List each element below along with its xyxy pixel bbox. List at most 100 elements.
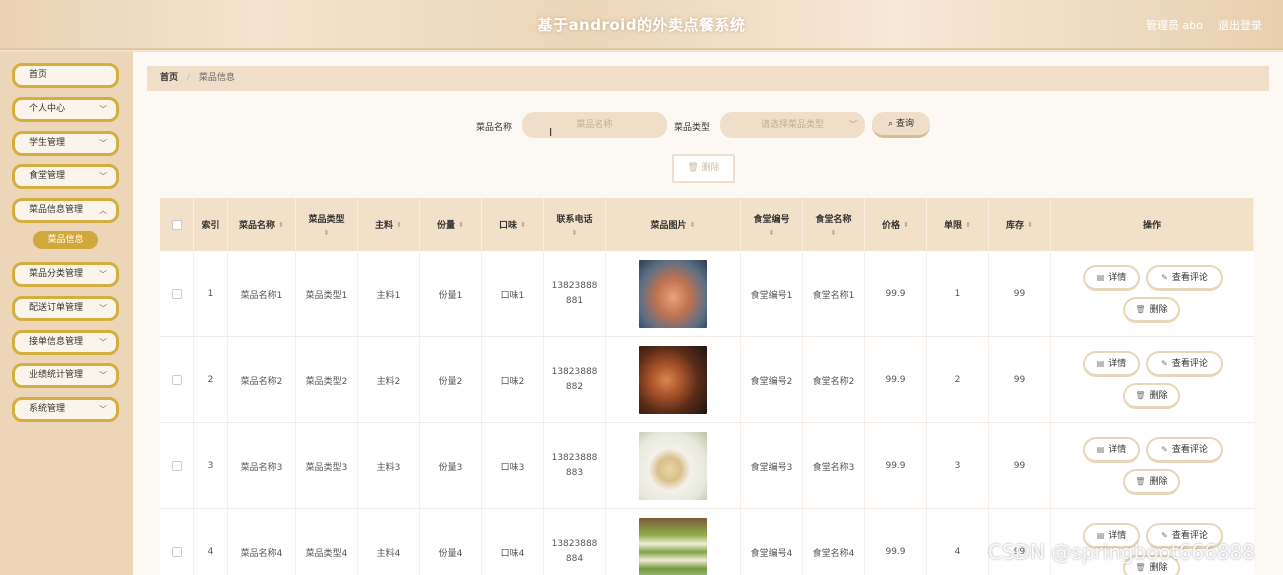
col-phone[interactable]: 联系电话 ⬍ [544, 198, 606, 251]
dish-image[interactable] [639, 432, 707, 500]
sort-icon: ⬍ [458, 220, 464, 229]
trash-icon: 🗑 [1135, 477, 1146, 486]
col-canteen-name[interactable]: 食堂名称 ⬍ [803, 198, 865, 251]
sidebar-item-accepted-orders[interactable]: 接单信息管理 ﹀ [12, 330, 119, 355]
detail-button[interactable]: ▤ 详情 [1083, 437, 1140, 463]
chevron-down-icon: ﹀ [99, 139, 107, 148]
sidebar-item-delivery-orders[interactable]: 配送订单管理 ﹀ [12, 296, 119, 321]
sort-icon: ⬍ [830, 229, 837, 237]
sort-icon: ⬍ [278, 220, 284, 229]
col-price[interactable]: 价格 ⬍ [865, 198, 927, 251]
row-checkbox[interactable] [171, 375, 182, 385]
sort-icon: ⬍ [903, 220, 909, 229]
col-limit[interactable]: 单限 ⬍ [927, 198, 989, 251]
cell-stock: 99 [989, 423, 1051, 509]
col-name[interactable]: 菜品名称 ⬍ [228, 198, 296, 251]
sidebar-item-performance[interactable]: 业绩统计管理 ﹀ [12, 363, 119, 388]
view-reviews-button[interactable]: ✎ 查看评论 [1146, 351, 1223, 377]
bulk-delete-button[interactable]: 🗑 删除 [672, 154, 735, 183]
cell-limit: 4 [927, 509, 989, 575]
top-header: 基于android的外卖点餐系统 管理员 abo 退出登录 [0, 0, 1283, 50]
view-reviews-button[interactable]: ✎ 查看评论 [1146, 437, 1223, 463]
logout-link[interactable]: 退出登录 [1218, 17, 1262, 33]
cell-portion: 份量4 [420, 509, 482, 575]
col-portion[interactable]: 份量 ⬍ [420, 198, 482, 251]
submenu-item-dish-info[interactable]: 菜品信息 [33, 231, 98, 249]
cell-name: 菜品名称3 [228, 423, 296, 509]
cell-image [606, 509, 741, 575]
row-delete-button[interactable]: 🗑 删除 [1123, 383, 1180, 409]
sidebar-item-categories[interactable]: 菜品分类管理 ﹀ [12, 262, 119, 287]
col-price-label: 价格 [882, 221, 901, 231]
trash-icon: 🗑 [687, 163, 699, 173]
sidebar-item-system[interactable]: 系统管理 ﹀ [12, 397, 119, 422]
main-content: 首页 / 菜品信息 菜品名称 菜品名称 菜品类型 请选择菜品类型 ﹀ ⌕ 查询 … [133, 52, 1283, 575]
sort-icon: ⬍ [965, 220, 971, 229]
col-type[interactable]: 菜品类型 ⬍ [296, 198, 358, 251]
col-image[interactable]: 菜品图片 ⬍ [606, 198, 741, 251]
phone-part: 13823888 [551, 367, 598, 377]
row-checkbox[interactable] [171, 547, 182, 557]
cell-canteen-no: 食堂编号4 [741, 509, 803, 575]
dish-type-select[interactable]: 请选择菜品类型 ﹀ [720, 112, 865, 138]
view-reviews-button[interactable]: ✎ 查看评论 [1146, 265, 1223, 291]
cell-image [606, 251, 741, 337]
cell-phone: 13823888 882 [544, 337, 606, 423]
cell-type: 菜品类型3 [296, 423, 358, 509]
breadcrumb-current: 菜品信息 [198, 73, 235, 83]
select-all-checkbox[interactable] [171, 219, 182, 230]
col-main[interactable]: 主料 ⬍ [358, 198, 420, 251]
sidebar-item-label: 学生管理 [29, 138, 66, 148]
col-taste[interactable]: 口味 ⬍ [482, 198, 544, 251]
cell-stock: 99 [989, 337, 1051, 423]
cell-index: 4 [194, 509, 228, 575]
sort-icon: ⬍ [1027, 220, 1033, 229]
col-canteen-no[interactable]: 食堂编号 ⬍ [741, 198, 803, 251]
cell-phone: 13823888 883 [544, 423, 606, 509]
col-canteen-name-label: 食堂名称 [815, 215, 852, 225]
sidebar-item-label: 业绩统计管理 [29, 370, 84, 380]
row-delete-label: 删除 [1149, 477, 1168, 487]
col-stock[interactable]: 库存 ⬍ [989, 198, 1051, 251]
current-user: 管理员 abo [1146, 19, 1203, 32]
row-delete-button[interactable]: 🗑 删除 [1123, 297, 1180, 323]
app-title: 基于android的外卖点餐系统 [537, 16, 746, 34]
breadcrumb-home[interactable]: 首页 [160, 73, 178, 83]
chevron-down-icon: ﹀ [99, 105, 107, 114]
row-delete-label: 删除 [1149, 391, 1168, 401]
row-delete-button[interactable]: 🗑 删除 [1123, 469, 1180, 495]
document-icon: ▤ [1096, 359, 1105, 368]
sidebar-item-profile[interactable]: 个人中心 ﹀ [12, 97, 119, 122]
detail-button[interactable]: ▤ 详情 [1083, 265, 1140, 291]
select-all-cell [160, 198, 194, 251]
cell-main: 主料3 [358, 423, 420, 509]
cell-main: 主料1 [358, 251, 420, 337]
sidebar-item-label: 首页 [29, 70, 48, 80]
dish-name-input[interactable]: 菜品名称 [522, 112, 667, 138]
chevron-down-icon: ﹀ [99, 338, 107, 347]
detail-button[interactable]: ▤ 详情 [1083, 351, 1140, 377]
row-select-cell [160, 337, 194, 423]
dish-image[interactable] [639, 260, 707, 328]
sidebar-item-home[interactable]: 首页 [12, 63, 119, 88]
cell-taste: 口味2 [482, 337, 544, 423]
row-checkbox[interactable] [171, 289, 182, 299]
edit-icon: ✎ [1161, 359, 1168, 368]
query-button[interactable]: ⌕ 查询 [872, 112, 930, 138]
sidebar-item-label: 菜品分类管理 [29, 269, 84, 279]
document-icon: ▤ [1096, 273, 1105, 282]
cell-image [606, 337, 741, 423]
sidebar-item-students[interactable]: 学生管理 ﹀ [12, 131, 119, 156]
table-row: 1 菜品名称1 菜品类型1 主料1 份量1 口味1 13823888 881 食… [160, 251, 1254, 337]
sidebar-item-canteens[interactable]: 食堂管理 ﹀ [12, 164, 119, 189]
cell-name: 菜品名称1 [228, 251, 296, 337]
dish-image[interactable] [639, 518, 707, 575]
view-reviews-label: 查看评论 [1171, 273, 1208, 283]
row-checkbox[interactable] [171, 461, 182, 471]
bulk-delete-label: 删除 [701, 163, 720, 173]
dish-name-label: 菜品名称 [476, 123, 513, 133]
col-name-label: 菜品名称 [239, 221, 276, 231]
dish-image[interactable] [639, 346, 707, 414]
row-select-cell [160, 509, 194, 575]
sidebar-item-dishes[interactable]: 菜品信息管理 ︿ [12, 198, 119, 223]
